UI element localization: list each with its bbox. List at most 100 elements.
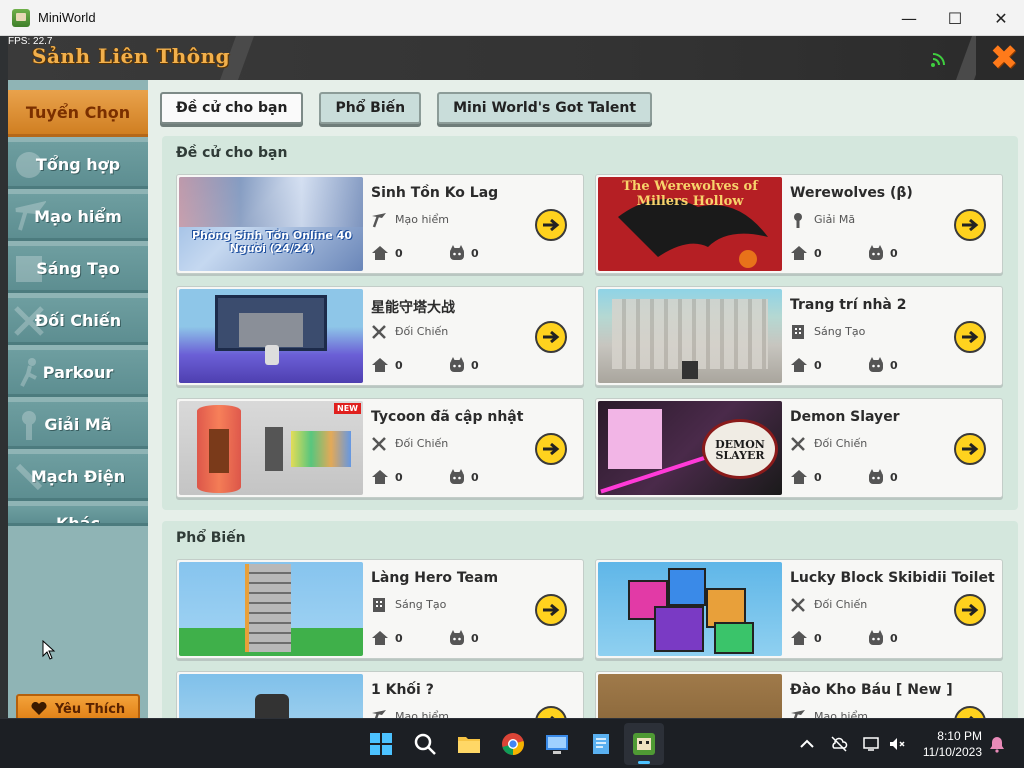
key-icon — [22, 411, 36, 440]
sidebar-item-label: Mạo hiểm — [34, 206, 122, 226]
tab-recommended[interactable]: Đề cử cho bạn — [160, 92, 304, 124]
player-count: 0 — [471, 632, 479, 645]
chevron-up-icon[interactable] — [798, 735, 816, 753]
map-category: Đối Chiến — [395, 325, 449, 338]
map-thumbnail: The Werewolves of Millers Hollow — [598, 177, 782, 271]
enter-map-button[interactable] — [954, 209, 986, 241]
build-icon — [792, 325, 804, 339]
map-card[interactable]: 星能守塔大战 Đối Chiến 0 0 — [176, 286, 584, 386]
clock-time[interactable]: 8:10 PM — [920, 729, 982, 743]
thumbnail-caption: The Werewolves of Millers Hollow — [622, 179, 758, 209]
player-icon — [869, 469, 883, 484]
sidebar-item-sang-tao[interactable]: Sáng Tạo — [8, 246, 148, 293]
map-card[interactable]: NEW Tycoon đã cập nhật Đối Chiến 0 0 — [176, 398, 584, 498]
map-card[interactable]: Phòng Sinh Tồn Online 40 Người (24/24) S… — [176, 174, 584, 274]
sidebar-item-tuyen-chon[interactable]: Tuyển Chọn — [8, 90, 148, 137]
windows-start-icon[interactable] — [368, 731, 394, 757]
sidebar-item-parkour[interactable]: Parkour — [8, 350, 148, 397]
remote-desktop-icon[interactable] — [544, 731, 570, 757]
map-card[interactable]: Đào Kho Báu [ New ] Mạo hiểm — [595, 671, 1003, 718]
notepad-icon[interactable] — [588, 731, 614, 757]
sidebar-item-mao-hiem[interactable]: Mạo hiểm — [8, 194, 148, 241]
favorite-label: Yêu Thích — [54, 701, 126, 717]
sidebar-item-label: Khác — [55, 514, 101, 526]
section-title: Đề cử cho bạn — [176, 145, 288, 161]
pickaxe-icon — [15, 201, 46, 231]
arrow-right-icon — [543, 442, 560, 456]
map-card[interactable]: Làng Hero Team Sáng Tạo 0 0 — [176, 559, 584, 659]
miniworld-taskbar-button[interactable] — [624, 723, 664, 765]
search-icon[interactable] — [412, 731, 438, 757]
swords-icon — [791, 437, 805, 451]
enter-map-button[interactable] — [954, 433, 986, 465]
category-sidebar: Tuyển Chọn Tổng hợp Mạo hiểm Sáng Tạo Đố… — [8, 80, 148, 718]
tab-popular[interactable]: Phổ Biến — [319, 92, 422, 124]
enter-map-button[interactable] — [954, 706, 986, 718]
home-icon — [791, 631, 807, 645]
map-category: Giải Mã — [814, 213, 856, 226]
map-card[interactable]: 1 Khối ? Mạo hiểm — [176, 671, 584, 718]
close-hall-button[interactable]: ✖ — [976, 36, 1024, 80]
enter-map-button[interactable] — [535, 433, 567, 465]
clock-date[interactable]: 11/10/2023 — [914, 745, 982, 759]
swords-icon — [372, 437, 386, 451]
notification-bell-icon[interactable] — [988, 735, 1006, 753]
home-icon — [791, 470, 807, 484]
signal-icon — [931, 53, 945, 67]
swords-icon — [372, 325, 386, 339]
map-card[interactable]: Trang trí nhà 2 Sáng Tạo 0 0 — [595, 286, 1003, 386]
enter-map-button[interactable] — [954, 321, 986, 353]
windows-taskbar: 8:10 PM 11/10/2023 — [0, 718, 1024, 768]
player-count: 0 — [890, 359, 898, 372]
map-category: Đối Chiến — [395, 437, 449, 450]
thumbnail-caption: DEMON SLAYER — [715, 438, 765, 462]
network-icon[interactable] — [862, 735, 880, 753]
map-category: Đối Chiến — [814, 437, 868, 450]
cloud-off-icon[interactable] — [830, 735, 848, 753]
favorite-button[interactable]: Yêu Thích — [16, 694, 140, 718]
sidebar-item-mach-dien[interactable]: Mạch Điện — [8, 454, 148, 501]
window-controls: — ☐ ✕ — [886, 0, 1024, 36]
home-count: 0 — [814, 247, 822, 260]
sidebar-item-khac[interactable]: Khác — [8, 506, 148, 526]
enter-map-button[interactable] — [954, 594, 986, 626]
pickaxe-icon — [372, 710, 386, 718]
file-explorer-icon[interactable] — [456, 731, 482, 757]
home-count: 0 — [814, 471, 822, 484]
home-count: 0 — [395, 359, 403, 372]
miniworld-app-icon — [12, 8, 30, 27]
new-badge: NEW — [334, 403, 361, 414]
player-count: 0 — [471, 359, 479, 372]
tab-got-talent[interactable]: Mini World's Got Talent — [437, 92, 653, 124]
volume-muted-icon[interactable] — [888, 735, 906, 753]
home-icon — [372, 470, 388, 484]
sidebar-item-tong-hop[interactable]: Tổng hợp — [8, 142, 148, 189]
enter-map-button[interactable] — [535, 594, 567, 626]
minimize-button[interactable]: — — [886, 0, 932, 36]
arrow-right-icon — [962, 218, 979, 232]
wrench-icon — [15, 463, 43, 491]
enter-map-button[interactable] — [535, 209, 567, 241]
enter-map-button[interactable] — [535, 321, 567, 353]
enter-map-button[interactable] — [535, 706, 567, 718]
map-card[interactable]: Lucky Block Skibidii Toilet Đối Chiến 0 … — [595, 559, 1003, 659]
close-window-button[interactable]: ✕ — [978, 0, 1024, 36]
swords-icon — [791, 598, 805, 612]
map-card[interactable]: The Werewolves of Millers Hollow Werewol… — [595, 174, 1003, 274]
map-title: Werewolves (β) — [790, 185, 913, 201]
maximize-button[interactable]: ☐ — [932, 0, 978, 36]
player-icon — [450, 469, 464, 484]
sidebar-item-giai-ma[interactable]: Giải Mã — [8, 402, 148, 449]
heart-icon — [31, 702, 47, 715]
sidebar-item-label: Đối Chiến — [34, 310, 122, 330]
pickaxe-icon — [372, 213, 386, 228]
chrome-icon[interactable] — [500, 731, 526, 757]
arrow-right-icon — [543, 603, 560, 617]
player-icon — [869, 245, 883, 260]
sidebar-item-doi-chien[interactable]: Đối Chiến — [8, 298, 148, 345]
map-title: Lucky Block Skibidii Toilet — [790, 570, 995, 586]
player-icon — [450, 630, 464, 645]
map-card[interactable]: DEMON SLAYER Demon Slayer Đối Chiến 0 0 — [595, 398, 1003, 498]
home-count: 0 — [814, 632, 822, 645]
map-category: Mạo hiểm — [395, 213, 449, 226]
